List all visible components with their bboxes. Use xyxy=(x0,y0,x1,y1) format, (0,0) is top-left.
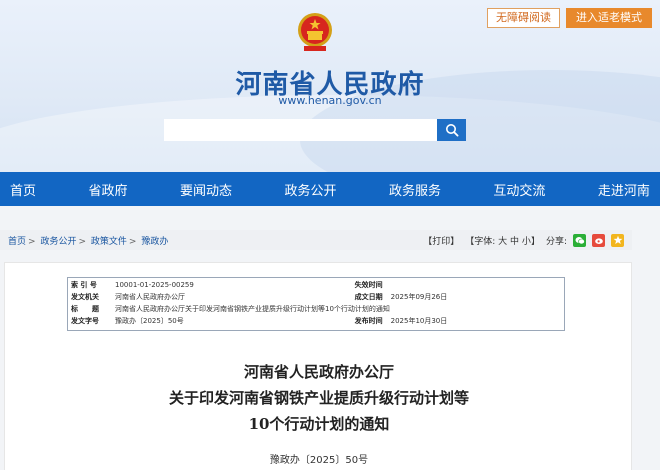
meta-label: 成文日期 xyxy=(354,293,383,301)
main-nav: 首页 省政府 要闻动态 政务公开 政务服务 互动交流 走进河南 xyxy=(0,172,660,206)
table-row: 索 引 号 10001-01-2025-00259 失效时间 xyxy=(67,279,565,291)
document-title-line: 河南省人民政府办公厅 xyxy=(243,363,394,381)
document-number: 豫政办〔2025〕50号 xyxy=(269,455,369,466)
search-button[interactable] xyxy=(437,119,466,141)
nav-government[interactable]: 省政府 xyxy=(84,180,131,199)
font-label: 【字体: xyxy=(465,236,496,247)
meta-label: 标 题 xyxy=(71,305,99,313)
accessibility-button[interactable]: 无障碍阅读 xyxy=(487,8,560,28)
font-large-button[interactable]: 大 xyxy=(498,237,507,247)
search-icon xyxy=(445,124,459,137)
wechat-share-icon[interactable] xyxy=(573,233,586,247)
meta-value: 2025年10月30日 xyxy=(390,317,448,325)
print-button[interactable]: 【打印】 xyxy=(423,234,459,247)
weibo-share-icon[interactable] xyxy=(592,233,605,247)
meta-value xyxy=(387,279,565,291)
top-buttons: 无障碍阅读 进入适老模式 xyxy=(487,8,652,28)
font-label-end: 】 xyxy=(530,236,540,247)
breadcrumb-yuzhengban[interactable]: 豫政办 xyxy=(141,237,168,247)
search-input[interactable] xyxy=(164,119,437,141)
document-title-line: 10个行动计划的通知 xyxy=(248,415,390,433)
nav-about-henan[interactable]: 走进河南 xyxy=(594,180,654,199)
breadcrumb-separator: > xyxy=(78,236,86,247)
table-row: 标 题 河南省人民政府办公厅关于印发河南省钢铁产业提质升级行动计划等10个行动计… xyxy=(67,303,565,315)
meta-value: 河南省人民政府办公厅 xyxy=(115,293,185,301)
breadcrumb-separator: > xyxy=(28,236,36,247)
share-label: 分享: xyxy=(545,236,567,247)
meta-label: 失效时间 xyxy=(354,281,383,289)
page-tools: 【打印】 【字体: 大 中 小】 分享: xyxy=(423,233,624,247)
site-url: www.henan.gov.cn xyxy=(278,94,382,107)
document-title-line: 关于印发河南省钢铁产业提质升级行动计划等 xyxy=(168,389,469,407)
nav-open-affairs[interactable]: 政务公开 xyxy=(280,180,340,199)
font-size-control: 【字体: 大 中 小】 xyxy=(465,234,540,247)
font-small-button[interactable]: 小 xyxy=(522,237,531,247)
table-row: 发文字号 豫政办〔2025〕50号 发布时间 2025年10月30日 xyxy=(67,315,565,327)
elder-mode-button[interactable]: 进入适老模式 xyxy=(566,8,652,28)
meta-value: 10001-01-2025-00259 xyxy=(115,281,194,289)
font-medium-button[interactable]: 中 xyxy=(510,237,519,247)
meta-label: 索 引 号 xyxy=(71,281,97,289)
meta-label: 发文机关 xyxy=(71,293,99,301)
breadcrumb-bar: 首页 > 政务公开 > 政策文件 > 豫政办 【打印】 【字体: 大 中 小】 分享: xyxy=(0,230,632,250)
breadcrumb-home[interactable]: 首页 xyxy=(8,237,26,247)
nav-home[interactable]: 首页 xyxy=(6,180,40,199)
nav-interaction[interactable]: 互动交流 xyxy=(489,180,549,199)
table-row: 发文机关 河南省人民政府办公厅 成文日期 2025年09月26日 xyxy=(67,291,565,303)
favorite-share-icon[interactable] xyxy=(611,233,624,247)
national-emblem-icon xyxy=(298,13,332,51)
nav-services[interactable]: 政务服务 xyxy=(385,180,445,199)
meta-label: 发布时间 xyxy=(354,317,383,325)
document-metadata-table: 索 引 号 10001-01-2025-00259 失效时间 发文机关 河南省人… xyxy=(67,279,565,327)
breadcrumb-open-affairs[interactable]: 政务公开 xyxy=(40,237,76,247)
site-header: 无障碍阅读 进入适老模式 河南省人民政府 www.henan.gov.cn xyxy=(0,0,660,172)
breadcrumb-policy-docs[interactable]: 政策文件 xyxy=(91,237,127,247)
article-panel: 索 引 号 10001-01-2025-00259 失效时间 发文机关 河南省人… xyxy=(4,262,632,470)
search-bar xyxy=(164,119,466,141)
meta-label: 发文字号 xyxy=(71,317,99,325)
breadcrumb: 首页 > 政务公开 > 政策文件 > 豫政办 xyxy=(8,234,168,247)
meta-value: 2025年09月26日 xyxy=(390,293,448,301)
nav-news[interactable]: 要闻动态 xyxy=(176,180,236,199)
breadcrumb-separator: > xyxy=(128,236,137,247)
meta-value: 河南省人民政府办公厅关于印发河南省钢铁产业提质升级行动计划等10个行动计划的通知 xyxy=(115,305,390,313)
meta-value: 豫政办〔2025〕50号 xyxy=(115,317,184,325)
